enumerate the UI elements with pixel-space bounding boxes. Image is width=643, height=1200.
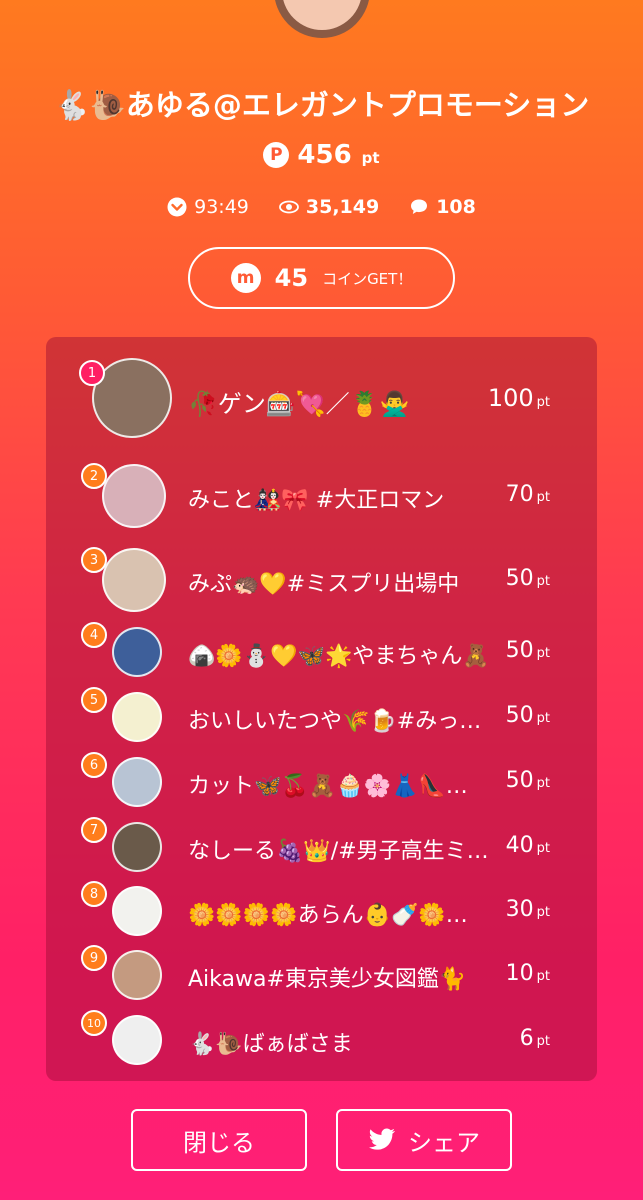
points-unit: pt [536,1034,550,1049]
user-name: 🐇🐌ばぁばさま [188,1032,353,1057]
ranking-row[interactable]: 10 🐇🐌ばぁばさま 6 pt [46,1010,597,1066]
user-points: 6 pt [520,1026,550,1051]
user-avatar[interactable] [102,464,166,528]
points-unit: pt [536,841,550,856]
user-avatar[interactable] [112,757,162,807]
user-name: 🥀ゲン🎰💘／🍍🙅‍♂️ [188,390,410,418]
streamer-avatar [274,0,370,38]
streamer-name: 🐇🐌あゆる@エレガントプロモーション [53,88,590,122]
total-points: P 456 pt [0,140,643,170]
user-avatar[interactable] [112,692,162,742]
user-name: 🌼🌼🌼🌼あらん👶🍼🌼🌼🌼🌼 [188,903,493,928]
gift-ranking-list: 1 🥀ゲン🎰💘／🍍🙅‍♂️ 100 pt 2 みこと🎎🎀 #大正ロマン 70 pt 3 みぷ🦔💛#… [46,337,597,1081]
points-number: 50 [505,768,534,793]
points-number: 10 [505,961,534,986]
twitter-bird-icon [368,1128,396,1152]
comments-stat: 108 [409,196,476,218]
user-points: 10 pt [506,961,550,986]
views-value: 35,149 [305,196,380,218]
points-unit: pt [536,646,550,661]
user-name: 🍙🌼⛄💛🦋🌟やまちゃん🧸 [188,644,490,669]
points-number: 50 [505,566,534,591]
share-button-label: シェア [408,1128,480,1157]
user-points: 40 pt [506,833,550,858]
user-avatar[interactable] [112,822,162,872]
comment-bubble-icon [409,197,429,217]
rank-badge: 1 [79,360,105,386]
views-stat: 35,149 [278,196,380,218]
user-name: Aikawa#東京美少女図鑑🐈 [188,967,467,992]
ranking-row[interactable]: 6 カット🦋🍒🧸🧁🌸👗👠🍀🦋 50 pt [46,752,597,808]
share-button[interactable]: シェア [336,1109,512,1171]
ranking-row[interactable]: 3 みぷ🦔💛#ミスプリ出場中 50 pt [46,547,597,613]
user-points: 50 pt [506,566,550,591]
ranking-row[interactable]: 1 🥀ゲン🎰💘／🍍🙅‍♂️ 100 pt [46,357,597,439]
points-unit: pt [536,776,550,791]
rank-badge: 6 [81,752,107,778]
close-button-label: 閉じる [183,1128,255,1157]
user-name: おいしいたつや🌾🍺#みっくちゅ [188,709,493,734]
user-avatar[interactable] [112,950,162,1000]
points-icon: P [263,142,290,168]
close-button[interactable]: 閉じる [131,1109,307,1171]
points-number: 40 [505,833,534,858]
user-name: なしーる🍇👑/#男子高生ミスコン [188,839,493,864]
stream-stats: 93:49 35,149 108 [0,196,643,218]
user-points: 30 pt [506,897,550,922]
rank-badge: 8 [81,881,107,907]
points-unit: pt [536,905,550,920]
user-points: 50 pt [506,703,550,728]
eye-icon [278,197,299,217]
coin-label: コインGET！ [322,269,413,288]
rank-badge: 9 [81,945,107,971]
ranking-row[interactable]: 8 🌼🌼🌼🌼あらん👶🍼🌼🌼🌼🌼 30pt [46,881,597,937]
comments-value: 108 [436,196,476,218]
points-unit: pt [361,149,380,167]
rank-badge: 10 [81,1010,107,1036]
rank-badge: 3 [81,547,107,573]
points-number: 50 [505,638,534,663]
ranking-row[interactable]: 4 🍙🌼⛄💛🦋🌟やまちゃん🧸 50 pt [46,622,597,678]
user-points: 50 pt [506,638,550,663]
duration-value: 93:49 [194,196,249,218]
coin-count: 45 [274,264,309,292]
points-unit: pt [536,395,550,410]
user-name: みこと🎎🎀 #大正ロマン [188,488,445,513]
points-unit: pt [536,490,550,505]
points-unit: pt [536,969,550,984]
user-avatar[interactable] [112,1015,162,1065]
rank-badge: 2 [81,463,107,489]
user-avatar[interactable] [112,627,162,677]
points-number: 6 [519,1026,534,1051]
coin-icon: m [230,263,261,293]
points-number: 30 [505,897,534,922]
points-value: 456 [297,140,352,170]
user-avatar[interactable] [112,886,162,936]
user-points: 50 pt [506,768,550,793]
coin-get-button[interactable]: m 45 コインGET！ [188,247,455,309]
points-number: 100 [487,384,534,412]
ranking-row[interactable]: 9 Aikawa#東京美少女図鑑🐈 10 pt [46,945,597,1001]
rank-badge: 7 [81,817,107,843]
points-unit: pt [536,574,550,589]
user-avatar[interactable] [102,548,166,612]
rank-badge: 5 [81,687,107,713]
user-points: 100 pt [488,384,550,412]
ranking-row[interactable]: 7 なしーる🍇👑/#男子高生ミスコン 40pt [46,817,597,873]
ranking-row[interactable]: 2 みこと🎎🎀 #大正ロマン 70 pt [46,463,597,529]
points-number: 50 [505,703,534,728]
duration-stat: 93:49 [167,196,249,218]
user-name: カット🦋🍒🧸🧁🌸👗👠🍀🦋 [188,774,493,799]
points-number: 70 [505,482,534,507]
ranking-row[interactable]: 5 おいしいたつや🌾🍺#みっくちゅ 50 pt [46,687,597,743]
points-unit: pt [536,711,550,726]
clock-chevron-icon [167,197,187,217]
user-points: 70 pt [506,482,550,507]
user-name: みぷ🦔💛#ミスプリ出場中 [188,572,460,597]
rank-badge: 4 [81,622,107,648]
